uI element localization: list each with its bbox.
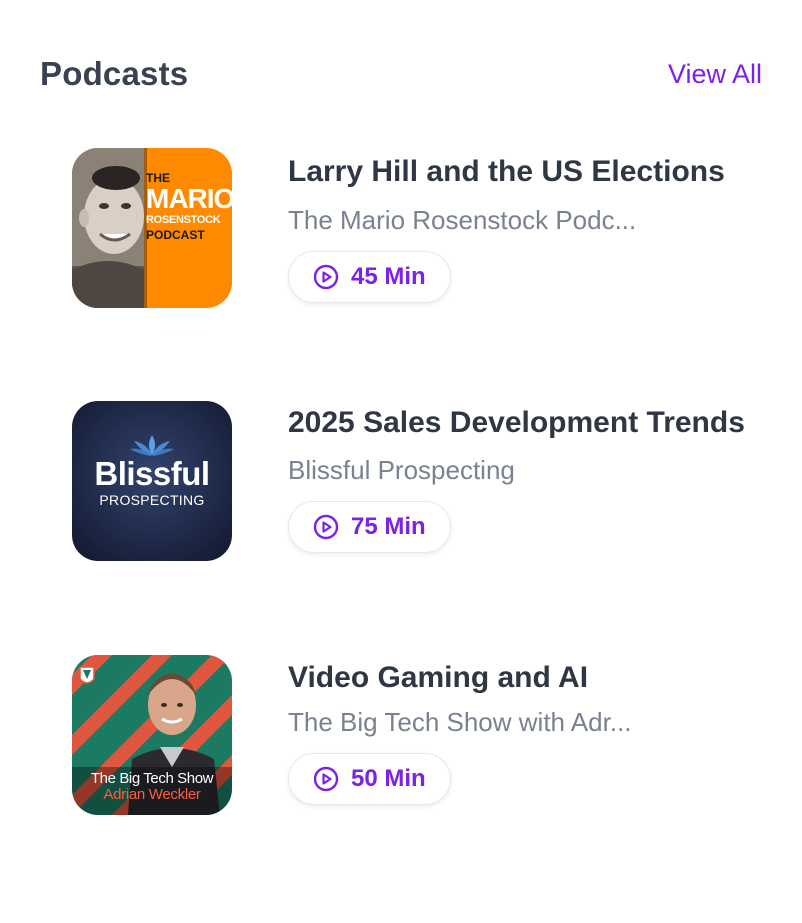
- cover-text-prospecting: PROSPECTING: [99, 492, 205, 508]
- play-circle-icon: [313, 264, 339, 290]
- episode-title[interactable]: Video Gaming and AI: [288, 655, 762, 701]
- duration-button[interactable]: 75 Min: [288, 501, 451, 553]
- duration-label: 45 Min: [351, 263, 426, 290]
- podcast-info: 2025 Sales Development Trends Blissful P…: [288, 401, 762, 553]
- podcast-info: Larry Hill and the US Elections The Mari…: [288, 148, 762, 303]
- episode-title[interactable]: Larry Hill and the US Elections: [288, 149, 762, 195]
- duration-button[interactable]: 45 Min: [288, 251, 451, 303]
- episode-title[interactable]: 2025 Sales Development Trends: [288, 401, 762, 445]
- show-name: The Mario Rosenstock Podc...: [288, 205, 637, 235]
- show-name: The Big Tech Show with Adr...: [288, 707, 632, 737]
- view-all-link[interactable]: View All: [668, 59, 762, 90]
- section-title: Podcasts: [40, 55, 189, 92]
- cover-text-big-tech-show: The Big Tech Show: [90, 770, 214, 787]
- cover-text-podcast: PODCAST: [146, 228, 205, 242]
- play-circle-icon: [313, 766, 339, 792]
- cover-text-rosenstock: ROSENSTOCK: [146, 214, 221, 226]
- podcasts-header: Podcasts View All: [40, 52, 762, 96]
- podcast-cover-blissful[interactable]: Blissful PROSPECTING: [72, 401, 232, 561]
- cover-text-mario: MARIO: [146, 183, 232, 214]
- podcast-info: Video Gaming and AI The Big Tech Show wi…: [288, 655, 762, 805]
- duration-button[interactable]: 50 Min: [288, 753, 451, 805]
- play-circle-icon: [313, 514, 339, 540]
- show-name: Blissful Prospecting: [288, 455, 515, 485]
- cover-text-adrian-weckler: Adrian Weckler: [103, 785, 201, 803]
- podcast-cover-big-tech[interactable]: The Big Tech Show Adrian Weckler: [72, 655, 232, 815]
- podcast-cover-mario[interactable]: THE MARIO ROSENSTOCK PODCAST: [72, 148, 232, 308]
- cover-text-blissful: Blissful: [94, 455, 210, 492]
- duration-label: 50 Min: [351, 765, 426, 792]
- duration-label: 75 Min: [351, 513, 426, 540]
